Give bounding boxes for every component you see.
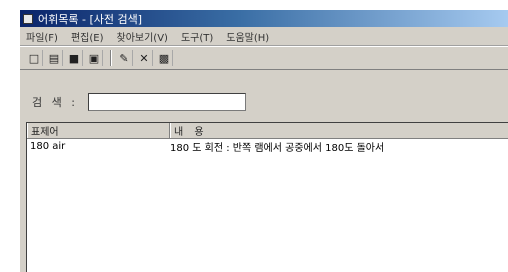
app-window: 어휘목록 - [사전 검색] 파일(F) 편집(E) 찾아보기(V) 도구(T)… (18, 8, 508, 272)
toolbar-separator (110, 50, 112, 66)
search-label: 검 색 : (32, 96, 78, 109)
disk-icon[interactable]: ▩ (156, 50, 173, 66)
search-row: 검 색 : (20, 90, 508, 114)
open-icon[interactable]: ▤ (46, 50, 63, 66)
app-icon (23, 13, 33, 24)
save-icon[interactable]: ■ (66, 50, 83, 66)
menu-edit[interactable]: 편집(E) (71, 29, 104, 44)
toolbar: □ ▤ ■ ▣ ✎ ✕ ▩ (20, 46, 508, 70)
delete-icon[interactable]: ✕ (136, 50, 153, 66)
list-header: 표제어 내 용 (27, 123, 508, 139)
print-icon[interactable]: ▣ (86, 50, 103, 66)
menu-help[interactable]: 도움말(H) (226, 29, 269, 44)
search-input[interactable] (88, 93, 246, 111)
list-item-term: 180 air (30, 141, 66, 152)
window-title: 어휘목록 - [사전 검색] (38, 12, 143, 26)
edit-icon[interactable]: ✎ (116, 50, 133, 66)
title-bar: 어휘목록 - [사전 검색] (20, 10, 508, 27)
menu-tools[interactable]: 도구(T) (181, 29, 213, 44)
menu-file[interactable]: 파일(F) (26, 29, 58, 44)
new-icon[interactable]: □ (26, 50, 43, 66)
list-item[interactable]: 180 air 180 도 회전 : 반쪽 램에서 공중에서 180도 돌아서 (27, 139, 508, 154)
menu-view[interactable]: 찾아보기(V) (117, 29, 168, 44)
menu-bar: 파일(F) 편집(E) 찾아보기(V) 도구(T) 도움말(H) (20, 27, 508, 46)
column-header-content[interactable]: 내 용 (170, 123, 508, 138)
results-list[interactable]: 표제어 내 용 180 air 180 도 회전 : 반쪽 램에서 공중에서 1… (26, 122, 508, 272)
column-header-term[interactable]: 표제어 (27, 123, 170, 138)
list-item-content: 180 도 회전 : 반쪽 램에서 공중에서 180도 돌아서 (170, 143, 385, 154)
